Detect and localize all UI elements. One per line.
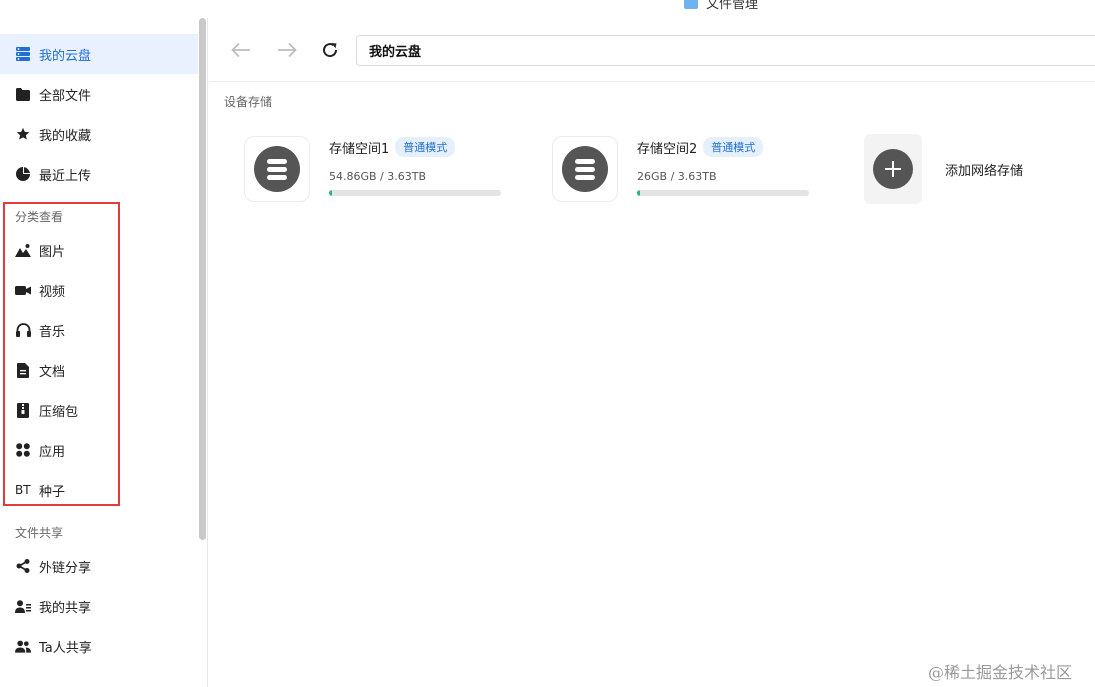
mode-badge: 普通模式 xyxy=(703,137,764,157)
sidebar-item-apps[interactable]: 应用 xyxy=(0,430,198,470)
sidebar-item-label: 我的收藏 xyxy=(39,128,92,144)
sidebar-item-label: 视频 xyxy=(39,284,66,300)
server-disk-icon xyxy=(562,146,608,192)
sidebar-item-label: 全部文件 xyxy=(39,88,92,104)
sidebar-item-label: 图片 xyxy=(39,244,66,260)
sidebar: 我的云盘 全部文件 我的收藏 最近上传 分类查看 图片 视频 音乐 文档 压缩包… xyxy=(0,18,208,687)
forward-button[interactable] xyxy=(275,38,299,62)
archive-icon xyxy=(15,402,31,418)
window-title-text: 文件管理 xyxy=(706,0,759,12)
storage-usage-bar xyxy=(637,190,809,196)
window-title: 文件管理 xyxy=(684,0,758,12)
sidebar-item-others-shares[interactable]: Ta人共享 xyxy=(0,626,198,666)
storage-icon xyxy=(15,46,31,62)
image-icon xyxy=(15,242,31,258)
share-section-title: 文件共享 xyxy=(15,526,64,540)
refresh-button[interactable] xyxy=(318,38,342,62)
pie-clock-icon xyxy=(15,166,31,182)
sidebar-item-documents[interactable]: 文档 xyxy=(0,350,198,390)
server-disk-icon xyxy=(254,146,300,192)
path-bar[interactable]: 我的云盘 xyxy=(356,35,1095,66)
sidebar-item-label: 外链分享 xyxy=(39,560,92,576)
sidebar-item-link-share[interactable]: 外链分享 xyxy=(0,546,198,586)
user-share-icon xyxy=(15,598,31,614)
video-camera-icon xyxy=(15,282,31,298)
sidebar-item-recent-uploads[interactable]: 最近上传 xyxy=(0,154,198,194)
mode-badge: 普通模式 xyxy=(395,137,456,157)
sidebar-item-images[interactable]: 图片 xyxy=(0,230,198,270)
storage-usage-bar xyxy=(329,190,501,196)
app-window: 文件管理 我的云盘 全部文件 我的收藏 最近上传 分类查看 图片 视频 音乐 文… xyxy=(0,0,1095,687)
sidebar-item-music[interactable]: 音乐 xyxy=(0,310,198,350)
sidebar-item-label: 音乐 xyxy=(39,324,66,340)
sidebar-item-label: 文档 xyxy=(39,364,66,380)
device-storage-title: 设备存储 xyxy=(224,95,273,109)
sidebar-item-videos[interactable]: 视频 xyxy=(0,270,198,310)
watermark: @稀土掘金技术社区 xyxy=(928,663,1073,682)
sidebar-item-label: 我的共享 xyxy=(39,600,92,616)
back-button[interactable] xyxy=(229,38,253,62)
arrow-left-icon xyxy=(231,42,250,58)
star-icon xyxy=(15,126,31,142)
storage-usage-text: 54.86GB / 3.63TB xyxy=(329,170,427,183)
arrow-right-icon xyxy=(278,42,297,58)
sidebar-scrollbar[interactable] xyxy=(199,18,206,540)
sidebar-item-label: 种子 xyxy=(39,484,66,500)
sidebar-item-label: Ta人共享 xyxy=(39,640,92,656)
add-network-storage-label: 添加网络存储 xyxy=(945,163,1024,179)
category-section-title: 分类查看 xyxy=(15,210,64,224)
plus-icon xyxy=(873,149,913,189)
window-title-bar: 文件管理 xyxy=(0,0,1095,18)
sidebar-item-label: 最近上传 xyxy=(39,168,92,184)
users-icon xyxy=(15,638,31,654)
refresh-icon xyxy=(323,43,338,58)
bt-icon: BT xyxy=(15,483,31,497)
sidebar-item-my-cloud[interactable]: 我的云盘 xyxy=(0,34,198,74)
share-icon xyxy=(15,558,31,574)
toolbar: 我的云盘 xyxy=(209,18,1095,82)
storage-usage-text: 26GB / 3.63TB xyxy=(637,170,717,183)
folder-icon xyxy=(684,0,698,9)
folder-icon xyxy=(15,86,31,102)
storage-card-icon xyxy=(552,136,618,202)
sidebar-item-torrents[interactable]: BT 种子 xyxy=(0,470,198,510)
sidebar-item-all-files[interactable]: 全部文件 xyxy=(0,74,198,114)
storage-usage-bar-fill xyxy=(637,190,640,196)
storage-card-2[interactable]: 存储空间2 普通模式 26GB / 3.63TB xyxy=(552,136,809,202)
sidebar-item-archives[interactable]: 压缩包 xyxy=(0,390,198,430)
document-icon xyxy=(15,362,31,378)
storage-usage-bar-fill xyxy=(329,190,332,196)
path-text: 我的云盘 xyxy=(369,45,422,60)
sidebar-item-favorites[interactable]: 我的收藏 xyxy=(0,114,198,154)
sidebar-item-my-shares[interactable]: 我的共享 xyxy=(0,586,198,626)
storage-name: 存储空间1 xyxy=(329,141,390,157)
add-network-storage-icon-box xyxy=(864,134,922,204)
sidebar-item-label: 压缩包 xyxy=(39,404,79,420)
storage-card-icon xyxy=(244,136,310,202)
storage-card-1[interactable]: 存储空间1 普通模式 54.86GB / 3.63TB xyxy=(244,136,501,202)
sidebar-item-label: 我的云盘 xyxy=(39,48,92,64)
storage-name: 存储空间2 xyxy=(637,141,698,157)
sidebar-item-label: 应用 xyxy=(39,444,66,460)
add-network-storage-card[interactable]: 添加网络存储 xyxy=(864,134,1023,204)
apps-grid-icon xyxy=(15,442,31,458)
headphones-icon xyxy=(15,322,31,338)
